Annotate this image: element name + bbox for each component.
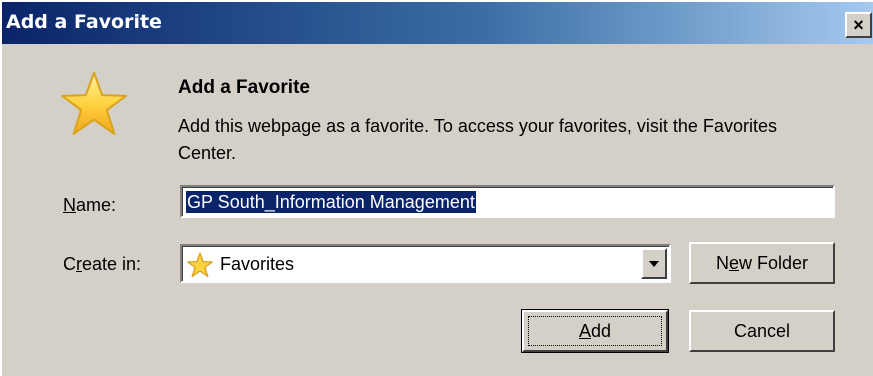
add-button[interactable]: Add xyxy=(521,309,669,353)
focus-ring xyxy=(528,316,662,346)
name-input[interactable]: GP South_Information Management xyxy=(180,185,835,218)
star-icon xyxy=(61,71,127,135)
new-folder-button[interactable]: New Folder xyxy=(689,242,835,284)
dropdown-button[interactable] xyxy=(641,248,667,279)
name-input-value: GP South_Information Management xyxy=(185,190,477,214)
create-in-value: Favorites xyxy=(220,254,295,274)
title-bar[interactable]: Add a Favorite × xyxy=(2,2,873,44)
create-in-select[interactable]: Favorites xyxy=(180,244,671,283)
close-button[interactable]: × xyxy=(845,12,872,38)
cancel-button[interactable]: Cancel xyxy=(689,310,835,352)
dialog-heading: Add a Favorite xyxy=(178,77,310,98)
close-icon: × xyxy=(853,15,864,35)
star-icon xyxy=(187,252,213,278)
name-label: Name: xyxy=(63,195,117,215)
window-title: Add a Favorite xyxy=(6,11,162,33)
chevron-down-icon xyxy=(649,260,659,267)
add-favorite-dialog: Add a Favorite × Add a Favorite Add this… xyxy=(0,0,873,376)
create-in-label: Create in: xyxy=(63,254,142,274)
dialog-description: Add this webpage as a favorite. To acces… xyxy=(178,116,777,163)
